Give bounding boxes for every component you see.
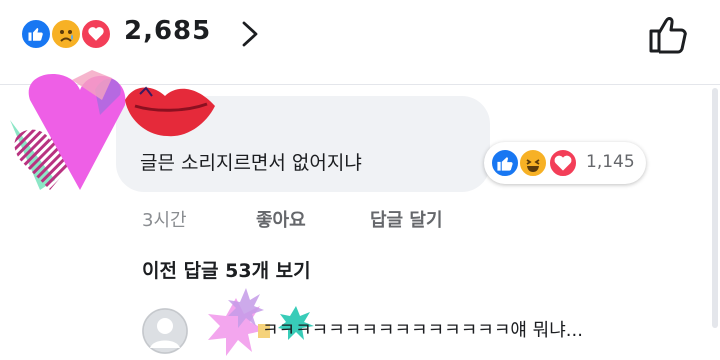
like-outline-icon[interactable] [646,12,690,56]
red-lips-sticker [125,87,215,137]
like-reaction-icon [490,148,520,178]
love-reaction-icon [548,148,578,178]
scrollbar[interactable] [712,88,718,328]
comment-text: 글믄 소리지르면서 없어지냐 [140,152,362,174]
love-reaction-icon [80,18,112,50]
reply-author-avatar[interactable] [142,308,188,354]
comment-timestamp: 3시간 [142,210,187,231]
like-reaction-icon [20,18,52,50]
reaction-count[interactable]: 2,685 [124,16,211,46]
view-previous-replies-link[interactable]: 이전 답글 53개 보기 [142,256,311,283]
haha-reaction-icon [518,148,548,178]
reply-button[interactable]: 답글 달기 [370,206,443,232]
chevron-right-icon[interactable] [236,20,264,48]
like-comment-button[interactable]: 좋아요 [256,206,306,232]
sad-reaction-icon [50,18,82,50]
comment-reaction-count: 1,145 [586,152,635,172]
commenter-avatar[interactable] [0,60,230,200]
reply-preview-text: ㅋㅋㅋㅋㅋㅋㅋㅋㅋㅋㅋㅋㅋㅋㅋ얘 뭐냐... [262,320,583,341]
default-avatar-icon [142,308,188,354]
